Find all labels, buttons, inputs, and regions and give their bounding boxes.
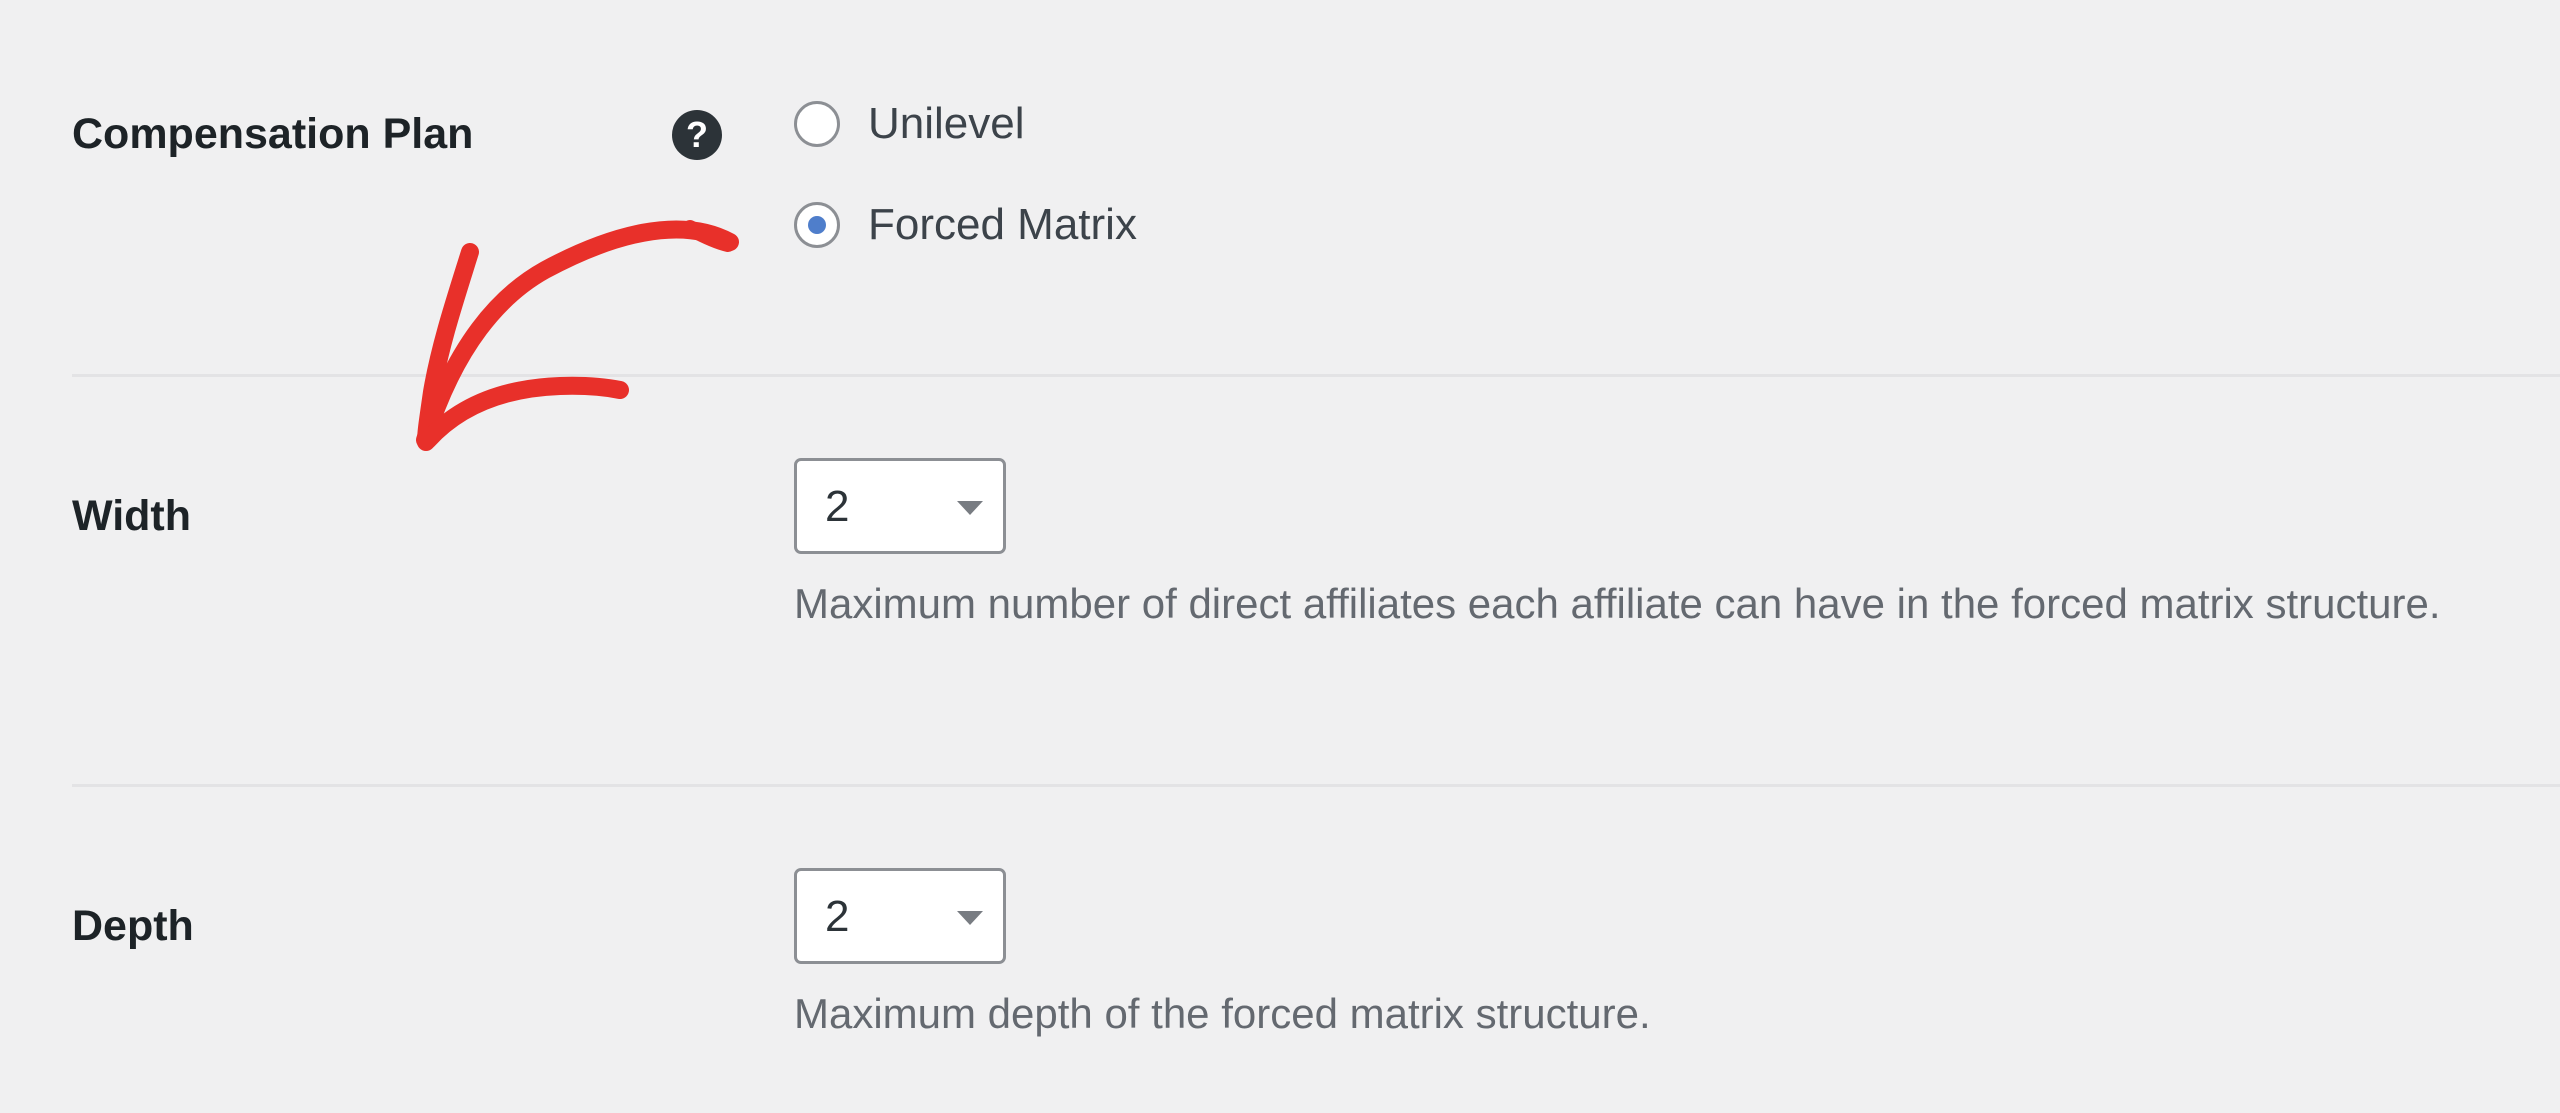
radio-label-unilevel[interactable]: Unilevel [868,99,1025,149]
depth-description: Maximum depth of the forced matrix struc… [794,990,1651,1037]
radio-label-forced-matrix[interactable]: Forced Matrix [868,200,1137,250]
depth-label: Depth [72,902,194,950]
chevron-down-icon [957,501,983,515]
compensation-plan-row: Compensation Plan [72,0,2560,376]
radio-button-unilevel[interactable] [794,101,840,147]
width-description: Maximum number of direct affiliates each… [794,580,2441,627]
depth-select[interactable]: 2 [794,868,1006,964]
compensation-plan-label: Compensation Plan [72,110,474,158]
depth-row: Depth [72,786,2560,1113]
radio-option-unilevel[interactable]: Unilevel [794,94,1025,154]
chevron-down-icon [957,911,983,925]
width-select[interactable]: 2 [794,458,1006,554]
width-select-value: 2 [825,482,850,531]
settings-table: Compensation Plan Width Depth [72,0,2560,1113]
radio-button-forced-matrix[interactable] [794,202,840,248]
question-mark-icon[interactable]: ? [672,110,722,160]
width-label: Width [72,492,192,540]
depth-select-value: 2 [825,892,850,941]
radio-option-forced-matrix[interactable]: Forced Matrix [794,195,1137,255]
